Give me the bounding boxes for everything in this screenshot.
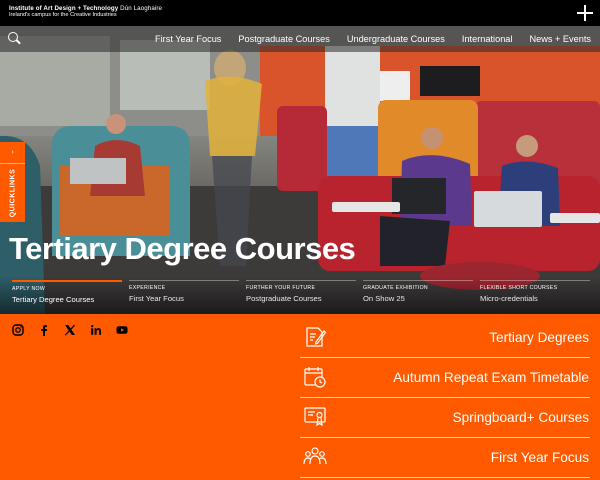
quick-link-label: Autumn Repeat Exam Timetable bbox=[393, 370, 589, 385]
nav-link-first-year-focus[interactable]: First Year Focus bbox=[155, 34, 221, 44]
hero-carousel-strip: APPLY NOW Tertiary Degree Courses EXPERI… bbox=[0, 276, 600, 314]
nav-link-news-events[interactable]: News + Events bbox=[529, 34, 591, 44]
carousel-indicator bbox=[480, 280, 590, 281]
carousel-kicker: EXPERIENCE bbox=[129, 285, 166, 291]
social-links bbox=[12, 324, 128, 336]
quicklinks-label-wrap[interactable]: QUICKLINKS bbox=[0, 164, 25, 222]
search-icon[interactable] bbox=[8, 32, 21, 45]
calendar-clock-icon bbox=[304, 367, 326, 388]
carousel-indicator bbox=[129, 280, 239, 281]
nav-link-postgraduate-courses[interactable]: Postgraduate Courses bbox=[238, 34, 329, 44]
certificate-icon bbox=[304, 407, 326, 427]
instagram-icon[interactable] bbox=[12, 324, 24, 336]
carousel-title: First Year Focus bbox=[129, 294, 184, 303]
plus-icon[interactable] bbox=[576, 4, 594, 22]
quick-link-label: Springboard+ Courses bbox=[452, 410, 589, 425]
quick-links-section: Tertiary Degrees Autumn Repeat Exam Time… bbox=[0, 314, 600, 480]
x-icon[interactable] bbox=[64, 324, 76, 336]
hero-title: Tertiary Degree Courses bbox=[9, 231, 356, 266]
carousel-title: Postgraduate Courses bbox=[246, 294, 322, 303]
carousel-indicator bbox=[363, 280, 473, 281]
logo-title: Institute of Art Design + Technology bbox=[9, 5, 119, 12]
people-group-icon bbox=[303, 447, 327, 465]
quicklinks-label: QUICKLINKS bbox=[9, 168, 16, 218]
linkedin-icon[interactable] bbox=[90, 324, 102, 336]
quick-link-first-year-focus[interactable]: First Year Focus bbox=[300, 438, 590, 478]
chevron-right-icon[interactable]: › bbox=[0, 142, 25, 164]
hero-photo bbox=[0, 26, 600, 314]
carousel-item-on-show[interactable]: GRADUATE EXHIBITION On Show 25 bbox=[363, 280, 473, 303]
hero-banner: First Year Focus Postgraduate Courses Un… bbox=[0, 26, 600, 314]
quick-links-list: Tertiary Degrees Autumn Repeat Exam Time… bbox=[300, 318, 590, 478]
carousel-kicker: GRADUATE EXHIBITION bbox=[363, 285, 428, 291]
carousel-item-postgraduate-courses[interactable]: FURTHER YOUR FUTURE Postgraduate Courses bbox=[246, 280, 356, 303]
document-edit-icon bbox=[306, 327, 327, 347]
quick-link-autumn-repeat-exam-timetable[interactable]: Autumn Repeat Exam Timetable bbox=[300, 358, 590, 398]
carousel-indicator bbox=[246, 280, 356, 281]
carousel-title: On Show 25 bbox=[363, 294, 405, 303]
logo-location: Dún Laoghaire bbox=[120, 5, 163, 12]
youtube-icon[interactable] bbox=[116, 324, 128, 336]
carousel-title: Micro-credentials bbox=[480, 294, 538, 303]
nav-links: First Year Focus Postgraduate Courses Un… bbox=[155, 26, 591, 52]
carousel-kicker: FURTHER YOUR FUTURE bbox=[246, 285, 316, 291]
carousel-kicker: FLEXIBLE SHORT COURSES bbox=[480, 285, 558, 291]
quick-link-label: Tertiary Degrees bbox=[489, 330, 589, 345]
carousel-item-tertiary-degree-courses[interactable]: APPLY NOW Tertiary Degree Courses bbox=[12, 280, 122, 304]
carousel-item-first-year-focus[interactable]: EXPERIENCE First Year Focus bbox=[129, 280, 239, 303]
quick-link-label: First Year Focus bbox=[490, 450, 589, 465]
carousel-item-micro-credentials[interactable]: FLEXIBLE SHORT COURSES Micro-credentials bbox=[480, 280, 590, 303]
quick-link-tertiary-degrees[interactable]: Tertiary Degrees bbox=[300, 318, 590, 358]
logo-tagline: Ireland's campus for the Creative Indust… bbox=[9, 11, 117, 18]
quicklinks-tab[interactable]: › QUICKLINKS bbox=[0, 142, 25, 222]
carousel-kicker: APPLY NOW bbox=[12, 286, 46, 292]
quick-link-springboard-courses[interactable]: Springboard+ Courses bbox=[300, 398, 590, 438]
facebook-icon[interactable] bbox=[38, 324, 50, 336]
main-nav: First Year Focus Postgraduate Courses Un… bbox=[0, 26, 600, 52]
carousel-indicator bbox=[12, 280, 122, 282]
carousel-title: Tertiary Degree Courses bbox=[12, 295, 95, 304]
nav-link-international[interactable]: International bbox=[462, 34, 513, 44]
institute-logo[interactable]: Institute of Art Design + Technology Dún… bbox=[9, 5, 163, 18]
nav-link-undergraduate-courses[interactable]: Undergraduate Courses bbox=[347, 34, 445, 44]
top-bar: Institute of Art Design + Technology Dún… bbox=[0, 0, 600, 26]
